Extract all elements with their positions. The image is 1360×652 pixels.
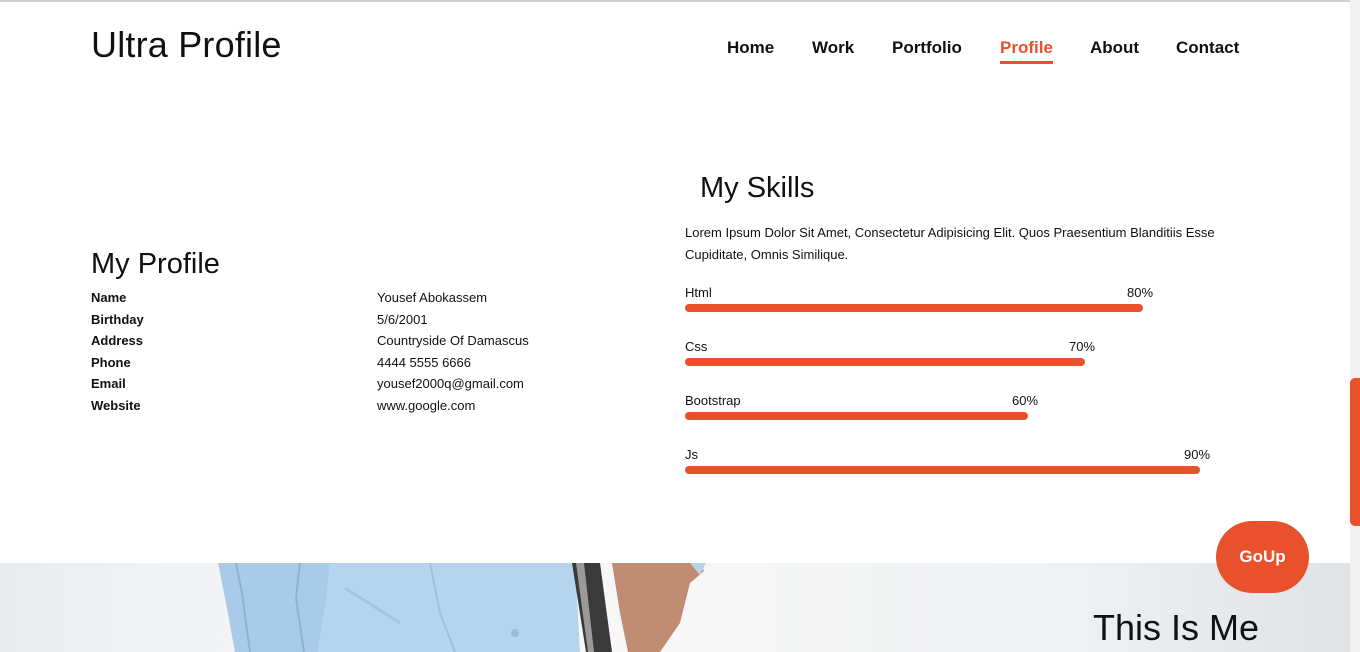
skill-css: Css 70% <box>685 339 1285 379</box>
profile-key: Website <box>91 397 141 413</box>
skills-description: Lorem Ipsum Dolor Sit Amet, Consectetur … <box>685 225 1215 262</box>
site-logo[interactable]: Ultra Profile <box>91 24 282 66</box>
profile-row-email: Email yousef2000q@gmail.com <box>91 376 591 398</box>
skill-progress-bar <box>685 466 1200 474</box>
go-up-button[interactable]: GoUp <box>1216 521 1309 593</box>
skill-percent: 80% <box>1127 285 1154 300</box>
scrollbar-thumb[interactable] <box>1350 378 1360 526</box>
skill-percent: 60% <box>1012 393 1039 408</box>
profile-title: My Profile <box>91 248 220 280</box>
nav-work[interactable]: Work <box>812 38 854 58</box>
profile-info-table: Name Yousef Abokassem Birthday 5/6/2001 … <box>91 290 591 420</box>
profile-row-address: Address Countryside Of Damascus <box>91 333 591 355</box>
profile-value: www.google.com <box>377 397 476 413</box>
skill-progress-bar <box>685 358 1085 366</box>
skill-name: Js <box>685 447 698 462</box>
hero-title: This Is Me <box>1093 607 1260 648</box>
nav-contact[interactable]: Contact <box>1176 38 1239 58</box>
skill-html: Html 80% <box>685 285 1285 325</box>
nav-portfolio[interactable]: Portfolio <box>892 38 962 58</box>
profile-row-website: Website www.google.com <box>91 398 591 420</box>
scrollbar-track[interactable] <box>1350 0 1360 652</box>
skills-title: My Skills <box>700 172 815 204</box>
profile-value: 5/6/2001 <box>377 311 428 327</box>
skill-progress-bar <box>685 412 1028 420</box>
top-border <box>0 0 1350 2</box>
profile-row-name: Name Yousef Abokassem <box>91 290 591 312</box>
profile-key: Address <box>91 333 144 349</box>
skill-bootstrap: Bootstrap 60% <box>685 393 1285 433</box>
profile-key: Phone <box>91 354 131 370</box>
profile-value: Countryside Of Damascus <box>377 333 529 349</box>
skill-name: Css <box>685 339 708 354</box>
profile-key: Email <box>91 376 126 392</box>
skill-progress-bar <box>685 304 1143 312</box>
profile-key: Birthday <box>91 311 144 327</box>
skill-js: Js 90% <box>685 447 1285 487</box>
skill-percent: 90% <box>1184 447 1211 462</box>
skill-name: Html <box>685 285 712 300</box>
skill-name: Bootstrap <box>685 393 741 408</box>
skill-percent: 70% <box>1069 339 1096 354</box>
profile-row-phone: Phone 4444 5555 6666 <box>91 355 591 377</box>
nav-about[interactable]: About <box>1090 38 1139 58</box>
profile-value: Yousef Abokassem <box>377 290 488 305</box>
profile-key: Name <box>91 290 127 305</box>
nav-home[interactable]: Home <box>727 38 774 58</box>
profile-value: 4444 5555 6666 <box>377 354 471 370</box>
profile-row-birthday: Birthday 5/6/2001 <box>91 312 591 334</box>
hero-section: This Is Me <box>0 563 1350 652</box>
profile-value: yousef2000q@gmail.com <box>377 376 524 392</box>
nav-profile[interactable]: Profile <box>1000 38 1053 64</box>
